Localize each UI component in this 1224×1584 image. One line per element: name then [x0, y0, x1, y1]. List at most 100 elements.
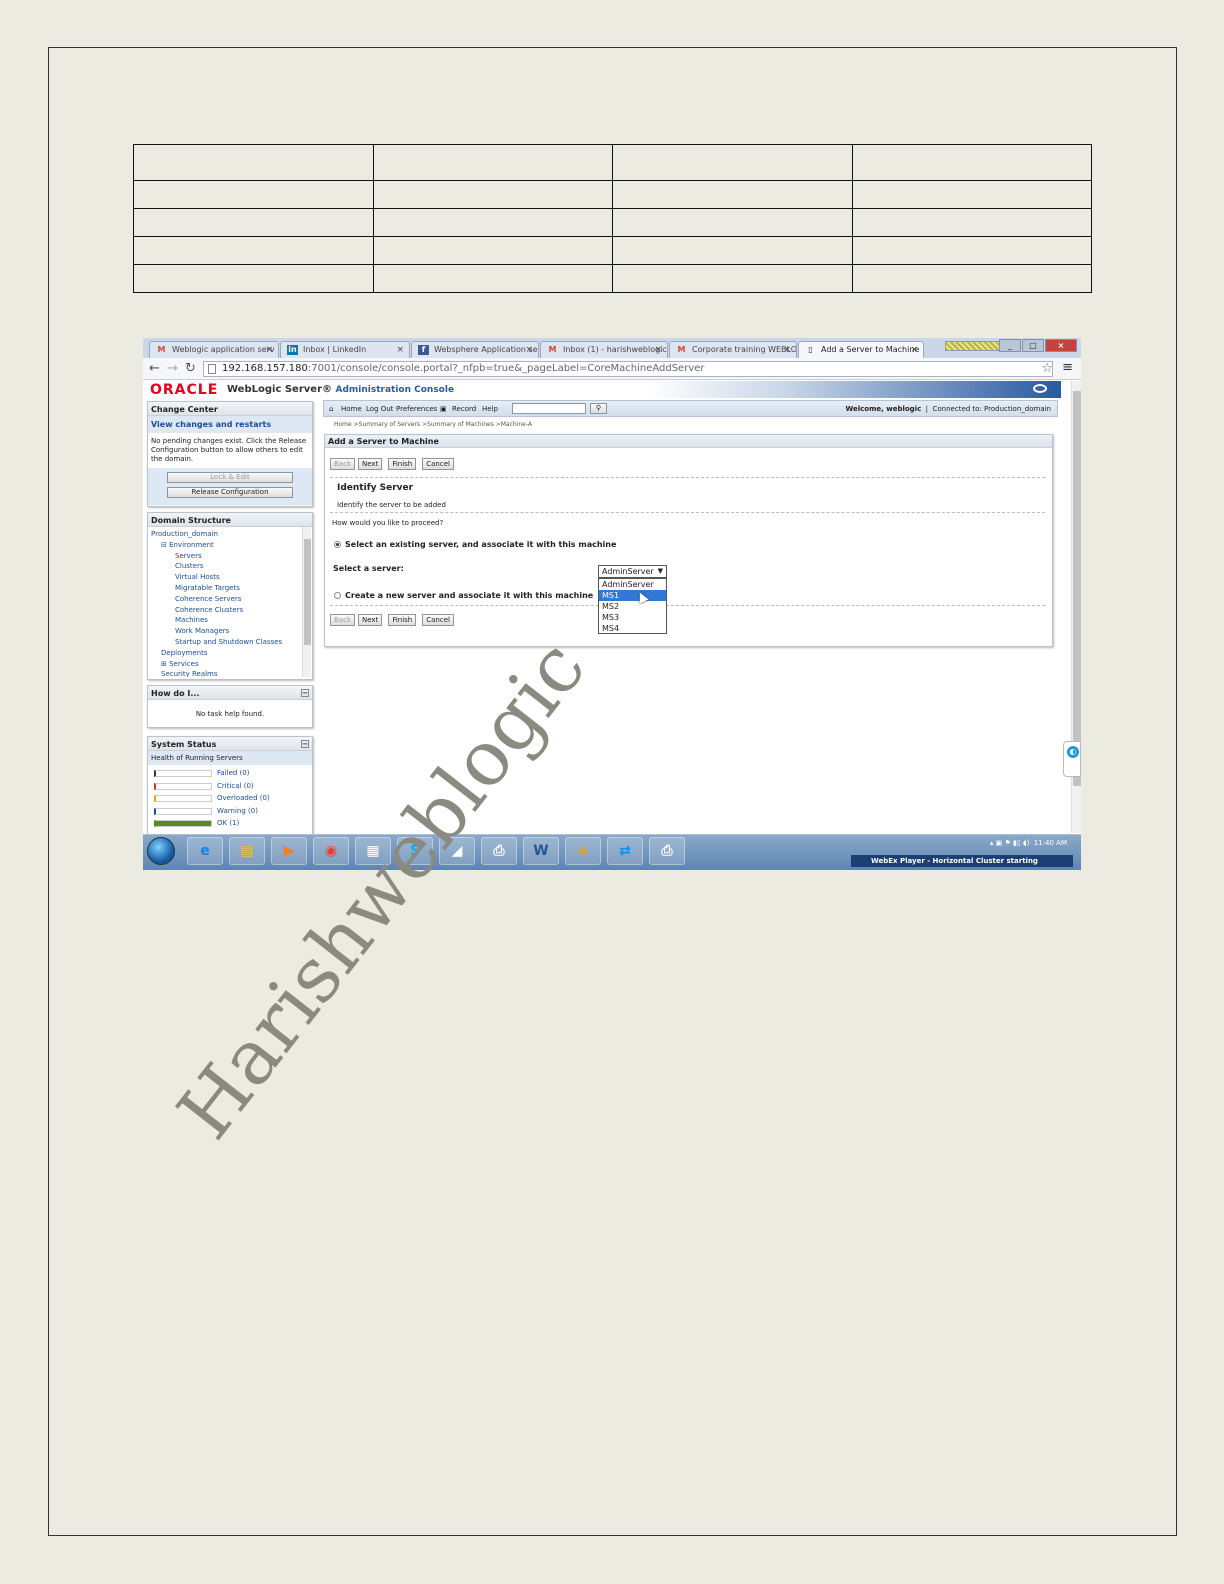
back-button[interactable]: Back: [330, 458, 355, 470]
decorative-pattern: [945, 341, 1003, 351]
browser-tab[interactable]: M Weblogic application serv ×: [149, 341, 279, 358]
server-option[interactable]: MS3: [599, 612, 666, 623]
cancel-button[interactable]: Cancel: [422, 614, 454, 626]
wizard-buttons-bottom: Back Next Finish Cancel: [330, 614, 454, 627]
close-tab-icon[interactable]: ×: [525, 345, 533, 355]
tree-item[interactable]: Servers: [151, 551, 309, 562]
tree-item[interactable]: Machines: [151, 615, 309, 626]
tray-icons[interactable]: ▴ ▣ ⚑ ▮▯ ◖): [990, 839, 1029, 847]
oracle-logo: ORACLE: [150, 382, 219, 398]
tree-item[interactable]: Coherence Clusters: [151, 605, 309, 616]
windows-taskbar: e ▤ ▶ ◉ ▦ S ◢ ⎙ W ◈ ⇄ ⎙ ▴ ▣ ⚑ ▮▯ ◖) 11:4…: [143, 834, 1081, 870]
release-configuration-button[interactable]: Release Configuration: [167, 487, 293, 498]
server-select[interactable]: AdminServer ▼: [598, 565, 667, 578]
tree-item[interactable]: Startup and Shutdown Classes: [151, 637, 309, 648]
search-icon[interactable]: ⚲: [590, 403, 607, 414]
reload-icon[interactable]: ↻: [185, 361, 196, 376]
menu-icon[interactable]: ≡: [1062, 360, 1073, 375]
tree-item[interactable]: Work Managers: [151, 626, 309, 637]
close-tab-icon[interactable]: ×: [654, 345, 662, 355]
teamviewer-widget[interactable]: ◐: [1063, 741, 1081, 777]
close-tab-icon[interactable]: ×: [783, 345, 791, 355]
help-link[interactable]: Help: [482, 405, 498, 413]
breadcrumb[interactable]: Home >Summary of Servers >Summary of Mac…: [334, 421, 532, 428]
health-label[interactable]: Overloaded (0): [217, 794, 270, 802]
how-do-i-panel: How do I... − No task help found.: [147, 685, 313, 728]
close-tab-icon[interactable]: ×: [265, 345, 273, 355]
home-icon[interactable]: ⌂: [329, 405, 333, 413]
health-bar: [154, 782, 212, 790]
back-arrow-icon[interactable]: ←: [149, 361, 160, 376]
back-button[interactable]: Back: [330, 614, 355, 626]
remote-desktop-icon[interactable]: ⎙: [649, 837, 685, 865]
close-tab-icon[interactable]: ×: [396, 345, 404, 355]
tree-item[interactable]: Virtual Hosts: [151, 572, 309, 583]
tree-item[interactable]: Security Realms: [151, 669, 309, 677]
close-tab-icon[interactable]: ×: [910, 345, 918, 355]
browser-tab[interactable]: M Inbox (1) - harishweblogic ×: [540, 341, 668, 358]
file-explorer-icon[interactable]: ▤: [229, 837, 265, 865]
browser-tab-active[interactable]: ▯ Add a Server to Machine ×: [798, 341, 924, 358]
media-player-icon[interactable]: ▶: [271, 837, 307, 865]
server-option[interactable]: MS2: [599, 601, 666, 612]
next-button[interactable]: Next: [358, 458, 383, 470]
maximize-icon[interactable]: □: [1022, 339, 1044, 352]
browser-tab[interactable]: in Inbox | LinkedIn ×: [280, 341, 410, 358]
tree-scrollbar[interactable]: [302, 527, 311, 677]
address-bar[interactable]: 192.168.157.180:7001/console/console.por…: [203, 361, 1053, 377]
facebook-icon: f: [418, 345, 429, 355]
tree-item[interactable]: Deployments: [151, 648, 309, 659]
tree-item[interactable]: ⊟ Environment: [151, 540, 309, 551]
minimize-icon[interactable]: _: [999, 339, 1021, 352]
tree-item[interactable]: Migratable Targets: [151, 583, 309, 594]
preferences-link[interactable]: Preferences: [396, 405, 437, 413]
health-label[interactable]: Failed (0): [217, 769, 249, 777]
cancel-button[interactable]: Cancel: [422, 458, 454, 470]
tree-item[interactable]: Coherence Servers: [151, 594, 309, 605]
health-label[interactable]: OK (1): [217, 819, 239, 827]
server-option[interactable]: MS4: [599, 623, 666, 634]
internet-explorer-icon[interactable]: e: [187, 837, 223, 865]
start-button[interactable]: [147, 837, 175, 865]
browser-tab[interactable]: f Websphere Application se ×: [411, 341, 539, 358]
virtualbox-icon[interactable]: ◈: [565, 837, 601, 865]
console-toolbar: ⌂ Home Log Out Preferences ▣ Record Help…: [323, 400, 1058, 417]
health-label[interactable]: Critical (0): [217, 782, 254, 790]
server-option[interactable]: AdminServer: [599, 579, 666, 590]
system-status-panel: System Status − Health of Running Servers…: [147, 736, 313, 836]
existing-server-label: Select an existing server, and associate…: [345, 540, 617, 549]
select-server-label: Select a server:: [333, 564, 404, 573]
server-option[interactable]: MS1: [599, 590, 666, 601]
word-icon[interactable]: W: [523, 837, 559, 865]
divider: [330, 477, 1045, 478]
search-input[interactable]: [512, 403, 586, 414]
new-server-radio[interactable]: [334, 592, 341, 599]
tree-item[interactable]: Clusters: [151, 561, 309, 572]
next-button[interactable]: Next: [358, 614, 383, 626]
tree-root[interactable]: Production_domain: [151, 529, 309, 540]
view-changes-link[interactable]: View changes and restarts: [148, 416, 312, 433]
existing-server-radio[interactable]: [334, 541, 341, 548]
record-link[interactable]: Record: [452, 405, 476, 413]
remote-desktop-icon[interactable]: ⎙: [481, 837, 517, 865]
browser-tab[interactable]: M Corporate training WEBLO ×: [669, 341, 797, 358]
teamviewer-icon[interactable]: ⇄: [607, 837, 643, 865]
record-icon[interactable]: ▣: [440, 405, 447, 413]
health-label[interactable]: Warning (0): [217, 807, 258, 815]
webex-notification[interactable]: WebEx Player - Horizontal Cluster starti…: [851, 855, 1073, 867]
bookmark-star-icon[interactable]: ☆: [1041, 361, 1053, 376]
finish-button[interactable]: Finish: [388, 614, 417, 626]
no-help-text: No task help found.: [195, 710, 265, 718]
tree-item[interactable]: ⊞ Services: [151, 659, 309, 670]
minimize-panel-icon[interactable]: −: [301, 740, 309, 748]
minimize-panel-icon[interactable]: −: [301, 689, 309, 697]
chrome-icon[interactable]: ◉: [313, 837, 349, 865]
lock-edit-button[interactable]: Lock & Edit: [167, 472, 293, 483]
close-window-icon[interactable]: ×: [1045, 339, 1077, 352]
empty-document-table: [133, 144, 1092, 293]
forward-arrow-icon[interactable]: →: [167, 361, 178, 376]
wizard-title: Add a Server to Machine: [325, 435, 1052, 448]
logout-link[interactable]: Log Out: [366, 405, 393, 413]
home-link[interactable]: Home: [341, 405, 362, 413]
finish-button[interactable]: Finish: [388, 458, 417, 470]
